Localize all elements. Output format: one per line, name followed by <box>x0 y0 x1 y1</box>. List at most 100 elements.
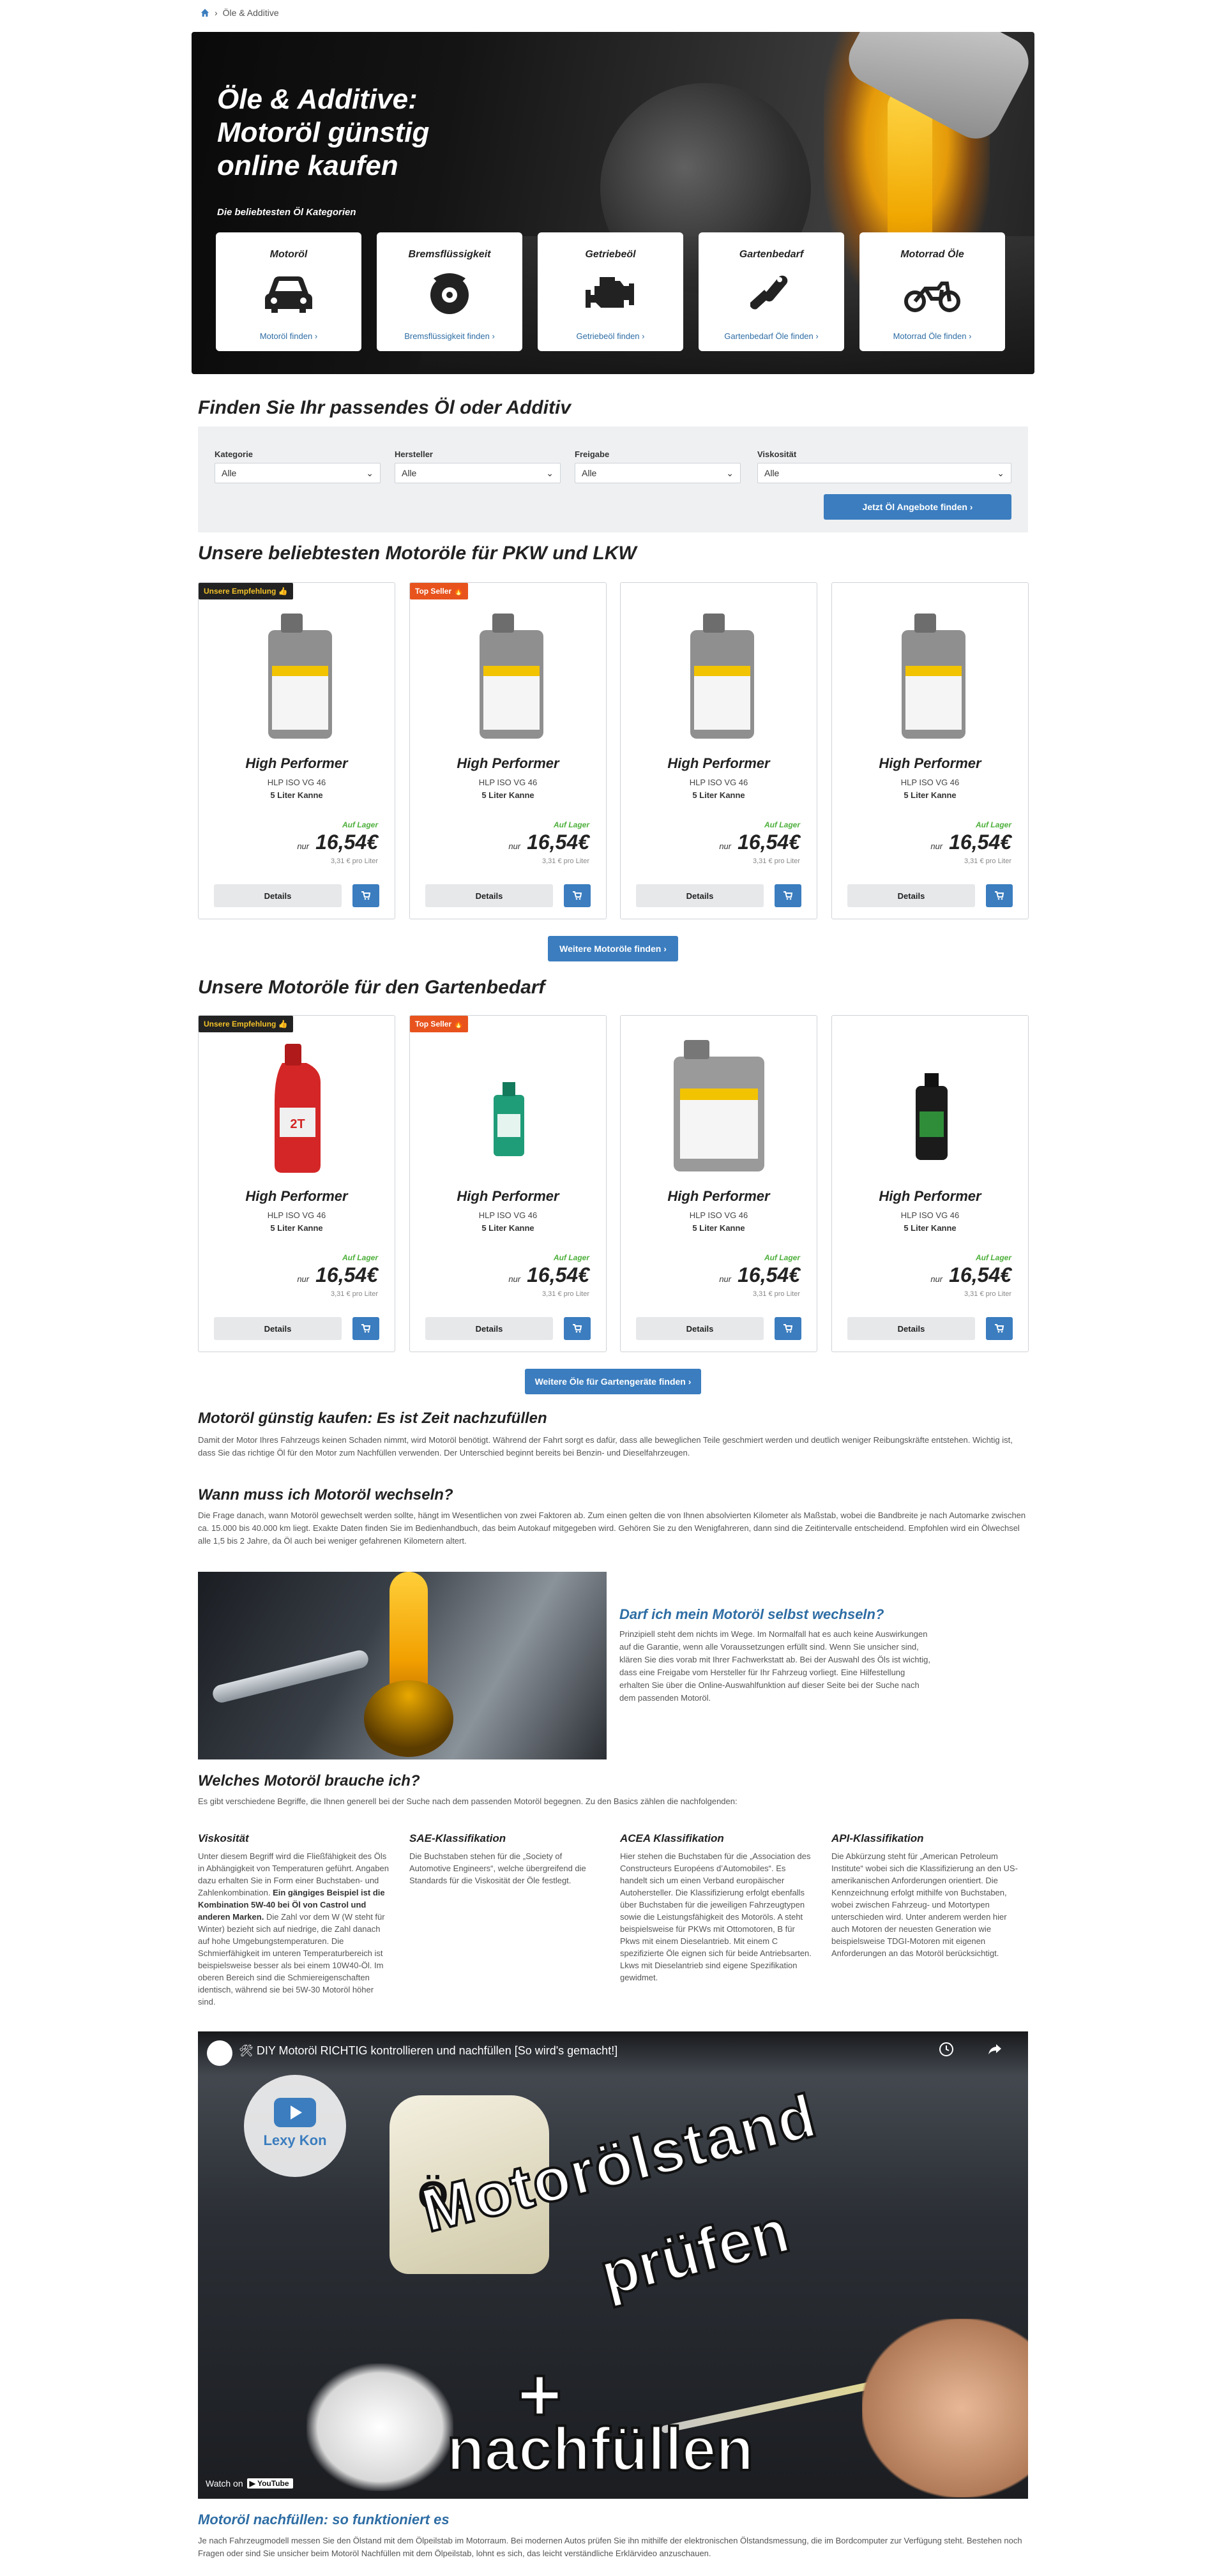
product-spec: HLP ISO VG 46 <box>478 778 538 787</box>
breadcrumb-separator: › <box>215 8 218 18</box>
share-icon[interactable] <box>987 2042 1003 2057</box>
add-to-cart-button[interactable] <box>352 1317 379 1340</box>
details-button[interactable]: Details <box>636 1317 764 1340</box>
add-to-cart-button[interactable] <box>352 884 379 907</box>
price: nur 16,54€ <box>508 1263 589 1286</box>
oil-can-image <box>268 614 332 739</box>
category-title: Motoröl <box>269 249 308 260</box>
kategorie-select[interactable]: Alle ⌄ <box>215 463 381 483</box>
finder-field-freigabe: Freigabe Alle ⌄ <box>575 449 741 483</box>
product-spec: HLP ISO VG 46 <box>267 1210 326 1220</box>
pkw-section-title: Unsere beliebtesten Motoröle für PKW und… <box>198 543 637 564</box>
cart-icon <box>573 891 582 900</box>
find-offers-button[interactable]: Jetzt Öl Angebote finden › <box>824 494 1011 520</box>
more-motor-oils-button[interactable]: Weitere Motoröle finden › <box>548 936 678 961</box>
details-button[interactable]: Details <box>847 1317 975 1340</box>
article-heading-self: Darf ich mein Motoröl selbst wechseln? <box>619 1606 884 1622</box>
add-to-cart-button[interactable] <box>775 1317 801 1340</box>
chevron-down-icon: ⌄ <box>726 467 734 478</box>
stock-status: Auf Lager <box>553 1253 589 1262</box>
channel-avatar[interactable] <box>207 2040 232 2066</box>
product-spec: HLP ISO VG 46 <box>689 778 748 787</box>
price-per-liter: 3,31 € pro Liter <box>964 1290 1011 1298</box>
article-paragraph-when: Die Frage danach, wann Motoröl gewechsel… <box>198 1510 1026 1546</box>
category-link[interactable]: Motorrad Öle finden › <box>859 331 1005 341</box>
youtube-video-embed[interactable]: 🛠 DIY Motoröl RICHTIG kontrollieren und … <box>198 2031 1028 2499</box>
cart-icon <box>995 891 1004 900</box>
category-link[interactable]: Bremsflüssigkeit finden › <box>377 331 522 341</box>
field-label: Viskosität <box>757 449 797 459</box>
add-to-cart-button[interactable] <box>564 1317 591 1340</box>
oil-bottle-image <box>493 1082 524 1156</box>
category-link[interactable]: Motoröl finden › <box>216 331 361 341</box>
brake-disc-icon <box>430 273 469 314</box>
breadcrumb: › Öle & Additive <box>201 8 279 18</box>
article-paragraph-buy: Damit der Motor Ihres Fahrzeugs keinen S… <box>198 1435 1013 1457</box>
price-per-liter: 3,31 € pro Liter <box>331 1290 378 1298</box>
category-card-bremsfluessigkeit[interactable]: Bremsflüssigkeit Bremsflüssigkeit finden… <box>377 232 522 351</box>
product-card[interactable]: Unsere Empfehlung 👍 2T High Performer HL… <box>198 1015 395 1352</box>
oil-funnel-shape <box>364 1680 453 1757</box>
finder-field-viskositaet: Viskosität Alle ⌄ <box>757 449 1011 483</box>
hersteller-select[interactable]: Alle ⌄ <box>395 463 561 483</box>
stock-status: Auf Lager <box>342 1253 378 1262</box>
price-per-liter: 3,31 € pro Liter <box>753 857 800 865</box>
video-title[interactable]: 🛠 DIY Motoröl RICHTIG kontrollieren und … <box>239 2044 617 2058</box>
product-card[interactable]: High Performer HLP ISO VG 46 5 Liter Kan… <box>831 1015 1029 1352</box>
column-title-acea: ACEA Klassifikation <box>620 1832 724 1844</box>
oil-bottle-image: 2T <box>274 1044 321 1173</box>
overlay-text-3: nachfüllen <box>446 2414 755 2485</box>
product-name: High Performer <box>245 1188 348 1204</box>
product-size: 5 Liter Kanne <box>692 790 745 800</box>
details-button[interactable]: Details <box>847 884 975 907</box>
category-card-motorrad-oele[interactable]: Motorrad Öle Motorrad Öle finden › <box>859 232 1005 351</box>
product-spec: HLP ISO VG 46 <box>267 778 326 787</box>
price: nur 16,54€ <box>930 1263 1011 1286</box>
details-button[interactable]: Details <box>636 884 764 907</box>
article-paragraph-which: Es gibt verschiedene Begriffe, die Ihnen… <box>198 1796 738 1806</box>
top-seller-badge: Top Seller 🔥 <box>410 583 469 599</box>
hand-shape <box>862 2319 1028 2497</box>
product-card[interactable]: Top Seller 🔥 High Performer HLP ISO VG 4… <box>409 1015 607 1352</box>
product-card[interactable]: High Performer HLP ISO VG 46 5 Liter Kan… <box>831 582 1029 919</box>
category-card-motoroel[interactable]: Motoröl Motoröl finden › <box>216 232 361 351</box>
stock-status: Auf Lager <box>764 820 800 829</box>
product-card[interactable]: Top Seller 🔥 High Performer HLP ISO VG 4… <box>409 582 607 919</box>
add-to-cart-button[interactable] <box>564 884 591 907</box>
details-button[interactable]: Details <box>214 884 342 907</box>
category-link[interactable]: Getriebeöl finden › <box>538 331 683 341</box>
category-card-getriebeoel[interactable]: Getriebeöl Getriebeöl finden › <box>538 232 683 351</box>
hero-banner: Öle & Additive: Motoröl günstig online k… <box>192 32 1034 374</box>
details-button[interactable]: Details <box>214 1317 342 1340</box>
add-to-cart-button[interactable] <box>775 884 801 907</box>
viskositaet-select[interactable]: Alle ⌄ <box>757 463 1011 483</box>
product-card[interactable]: High Performer HLP ISO VG 46 5 Liter Kan… <box>620 1015 817 1352</box>
field-label: Freigabe <box>575 449 610 459</box>
oil-bottle-image <box>915 1073 948 1160</box>
article-paragraph-refill: Je nach Fahrzeugmodell messen Sie den Öl… <box>198 2536 1022 2558</box>
article-heading-buy: Motoröl günstig kaufen: Es ist Zeit nach… <box>198 1410 547 1427</box>
details-button[interactable]: Details <box>425 884 553 907</box>
watch-later-icon[interactable] <box>939 2042 954 2057</box>
watch-on-youtube[interactable]: Watch on ▶ YouTube <box>206 2478 293 2489</box>
add-to-cart-button[interactable] <box>986 1317 1013 1340</box>
category-link[interactable]: Gartenbedarf Öle finden › <box>699 331 844 341</box>
details-button[interactable]: Details <box>425 1317 553 1340</box>
add-to-cart-button[interactable] <box>986 884 1013 907</box>
product-spec: HLP ISO VG 46 <box>689 1210 748 1220</box>
cart-icon <box>573 1324 582 1333</box>
product-card[interactable]: Unsere Empfehlung 👍 High Performer HLP I… <box>198 582 395 919</box>
product-card[interactable]: High Performer HLP ISO VG 46 5 Liter Kan… <box>620 582 817 919</box>
more-garden-oils-button[interactable]: Weitere Öle für Gartengeräte finden › <box>525 1369 701 1394</box>
finder-field-hersteller: Hersteller Alle ⌄ <box>395 449 561 483</box>
category-card-gartenbedarf[interactable]: Gartenbedarf Gartenbedarf Öle finden › <box>699 232 844 351</box>
home-icon[interactable] <box>201 8 209 17</box>
freigabe-select[interactable]: Alle ⌄ <box>575 463 741 483</box>
product-name: High Performer <box>879 755 981 771</box>
oil-finder-form: Kategorie Alle ⌄ Hersteller Alle ⌄ Freigab… <box>198 426 1028 532</box>
hero-subtitle: Die beliebtesten Öl Kategorien <box>217 207 356 218</box>
column-text-sae: Die Buchstaben stehen für die „Society o… <box>409 1851 586 1885</box>
finder-title: Finden Sie Ihr passendes Öl oder Additiv <box>198 397 571 418</box>
product-size: 5 Liter Kanne <box>270 790 323 800</box>
chevron-down-icon: ⌄ <box>546 467 554 478</box>
